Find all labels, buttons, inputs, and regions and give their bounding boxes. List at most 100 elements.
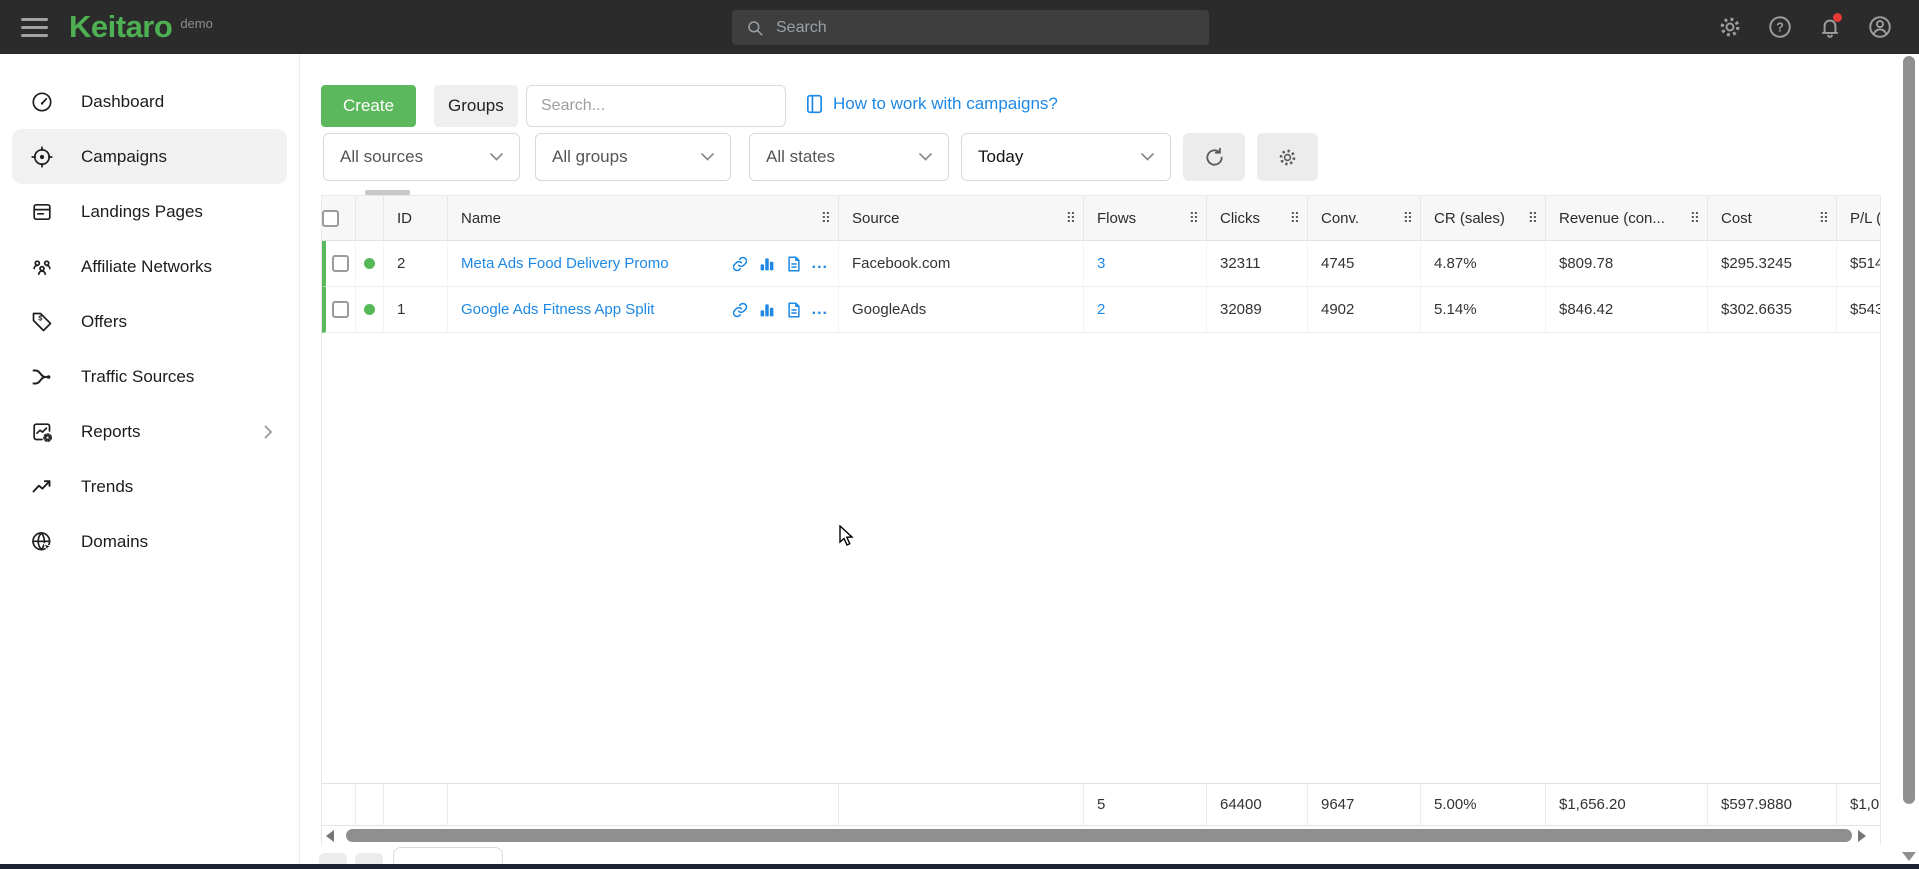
scroll-left-arrow[interactable]	[326, 830, 334, 842]
column-header-conv[interactable]: Conv.⠿	[1308, 196, 1421, 240]
horizontal-scrollbar-thumb[interactable]	[346, 829, 1852, 842]
sidebar-item-trends[interactable]: Trends	[0, 459, 299, 514]
sidebar-item-landings-pages[interactable]: Landings Pages	[0, 184, 299, 239]
sidebar-item-affiliate-networks[interactable]: Affiliate Networks	[0, 239, 299, 294]
column-header-pl[interactable]: P/L (	[1837, 196, 1881, 240]
book-icon	[806, 94, 823, 114]
sidebar-item-dashboard[interactable]: Dashboard	[0, 74, 299, 129]
conv-value: 4902	[1308, 287, 1421, 332]
status-badge	[356, 241, 384, 286]
more-actions-icon[interactable]: ...	[812, 260, 828, 268]
clicks-value: 32089	[1207, 287, 1308, 332]
chevron-down-icon	[1141, 153, 1154, 161]
environment-badge: demo	[180, 16, 213, 31]
campaign-source: Facebook.com	[839, 241, 1084, 286]
help-icon[interactable]: ?	[1767, 14, 1793, 40]
status-dot-active	[364, 258, 375, 269]
column-drag-handle[interactable]: ⠿	[1403, 210, 1412, 227]
sources-filter-value: All sources	[340, 147, 423, 167]
chart-icon[interactable]	[758, 301, 776, 319]
landing-page-icon	[30, 200, 54, 224]
column-drag-handle[interactable]: ⠿	[1528, 210, 1537, 227]
global-search-input[interactable]	[776, 19, 1156, 37]
split-icon	[30, 365, 54, 389]
trend-up-icon	[30, 475, 54, 499]
column-scroll-indicator[interactable]	[365, 190, 410, 195]
column-drag-handle[interactable]: ⠿	[1819, 210, 1828, 227]
column-header-source[interactable]: Source⠿	[839, 196, 1084, 240]
row-checkbox[interactable]	[326, 241, 356, 286]
account-icon[interactable]	[1867, 14, 1893, 40]
table-row: 1 Google Ads Fitness App Split ... Googl…	[322, 287, 1881, 333]
groups-button[interactable]: Groups	[434, 85, 518, 127]
states-filter-value: All states	[766, 147, 835, 167]
sidebar-item-offers[interactable]: $ Offers	[0, 294, 299, 349]
column-header-flows[interactable]: Flows⠿	[1084, 196, 1207, 240]
scroll-down-arrow[interactable]	[1902, 852, 1916, 861]
states-filter-select[interactable]: All states	[749, 133, 949, 181]
sidebar-item-domains[interactable]: Domains	[0, 514, 299, 569]
groups-filter-value: All groups	[552, 147, 628, 167]
refresh-button[interactable]	[1183, 133, 1245, 181]
totals-pl: $1,05	[1837, 784, 1881, 825]
settings-icon[interactable]	[1717, 14, 1743, 40]
column-header-revenue[interactable]: Revenue (con...⠿	[1546, 196, 1708, 240]
select-all-checkbox[interactable]	[322, 196, 356, 240]
sidebar-item-label: Offers	[81, 312, 127, 332]
scroll-right-arrow[interactable]	[1858, 830, 1866, 842]
chart-icon[interactable]	[758, 255, 776, 273]
row-checkbox[interactable]	[326, 287, 356, 332]
note-icon[interactable]	[785, 301, 803, 319]
status-dot-active	[364, 304, 375, 315]
sidebar-item-traffic-sources[interactable]: Traffic Sources	[0, 349, 299, 404]
global-search[interactable]	[732, 10, 1209, 45]
table-settings-button[interactable]	[1257, 133, 1318, 181]
sidebar-item-reports[interactable]: Reports	[0, 404, 299, 459]
campaign-id: 2	[384, 241, 448, 286]
link-icon[interactable]	[731, 255, 749, 273]
chevron-down-icon	[701, 153, 714, 161]
groups-filter-select[interactable]: All groups	[535, 133, 731, 181]
note-icon[interactable]	[785, 255, 803, 273]
column-header-cost[interactable]: Cost⠿	[1708, 196, 1837, 240]
campaign-search-input[interactable]	[526, 85, 786, 127]
sidebar-item-label: Dashboard	[81, 92, 164, 112]
date-range-select[interactable]: Today	[961, 133, 1171, 181]
create-button[interactable]: Create	[321, 85, 416, 127]
link-icon[interactable]	[731, 301, 749, 319]
column-drag-handle[interactable]: ⠿	[1189, 210, 1198, 227]
flows-link[interactable]: 3	[1097, 255, 1105, 272]
sidebar-item-label: Traffic Sources	[81, 367, 194, 387]
table-header-row: ID Name⠿ Source⠿ Flows⠿ Clicks⠿ Conv.⠿ C…	[322, 196, 1881, 241]
campaign-name-link[interactable]: Google Ads Fitness App Split	[461, 301, 654, 318]
vertical-scrollbar-thumb[interactable]	[1903, 56, 1915, 804]
target-icon	[30, 145, 54, 169]
campaign-name-link[interactable]: Meta Ads Food Delivery Promo	[461, 255, 669, 272]
app-logo[interactable]: Keitaro	[69, 9, 172, 45]
campaigns-table: ID Name⠿ Source⠿ Flows⠿ Clicks⠿ Conv.⠿ C…	[321, 195, 1881, 845]
column-header-cr[interactable]: CR (sales)⠿	[1421, 196, 1546, 240]
sources-filter-select[interactable]: All sources	[323, 133, 520, 181]
search-icon	[746, 19, 764, 37]
pl-value: $543	[1837, 287, 1881, 332]
refresh-icon	[1203, 146, 1226, 169]
column-drag-handle[interactable]: ⠿	[1066, 210, 1075, 227]
column-drag-handle[interactable]: ⠿	[821, 210, 830, 227]
totals-cr: 5.00%	[1421, 784, 1546, 825]
notifications-icon[interactable]	[1817, 14, 1843, 40]
column-header-clicks[interactable]: Clicks⠿	[1207, 196, 1308, 240]
sidebar-item-label: Affiliate Networks	[81, 257, 212, 277]
campaign-id: 1	[384, 287, 448, 332]
totals-clicks: 64400	[1207, 784, 1308, 825]
column-drag-handle[interactable]: ⠿	[1290, 210, 1299, 227]
column-header-id[interactable]: ID	[384, 196, 448, 240]
column-drag-handle[interactable]: ⠿	[1690, 210, 1699, 227]
more-actions-icon[interactable]: ...	[812, 306, 828, 314]
horizontal-scrollbar[interactable]	[322, 826, 1880, 845]
menu-icon[interactable]	[21, 18, 48, 37]
column-header-name[interactable]: Name⠿	[448, 196, 839, 240]
help-campaigns-link[interactable]: How to work with campaigns?	[806, 94, 1058, 114]
flows-link[interactable]: 2	[1097, 301, 1105, 318]
sidebar-item-label: Domains	[81, 532, 148, 552]
sidebar-item-campaigns[interactable]: Campaigns	[12, 129, 287, 184]
